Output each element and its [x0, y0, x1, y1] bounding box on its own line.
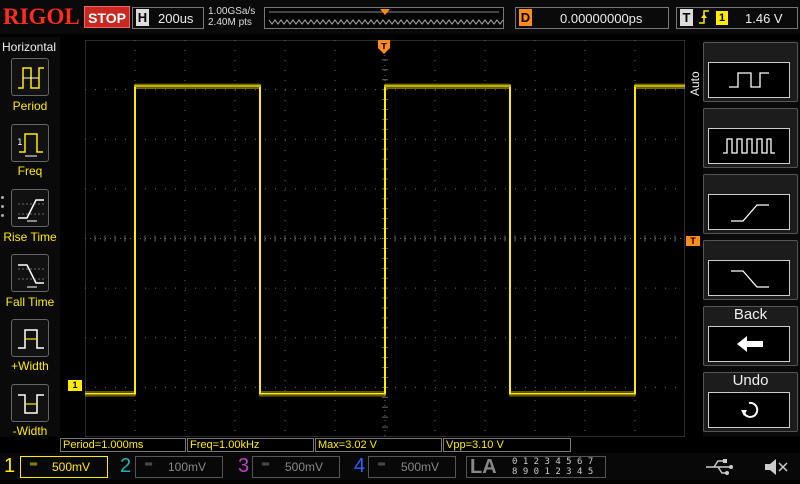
- rising-edge-icon: [697, 8, 711, 30]
- memory-position-bar[interactable]: [264, 7, 504, 29]
- fall-time-button[interactable]: [11, 254, 49, 292]
- falling-edge-zoom-icon: [731, 270, 769, 288]
- rising-edge-zoom-button[interactable]: [708, 194, 790, 230]
- brand-logo: RIGOL: [3, 4, 80, 29]
- single-period-icon: [729, 72, 769, 88]
- falling-edge-zoom-button[interactable]: [708, 260, 790, 296]
- positive-width-button[interactable]: [11, 319, 49, 357]
- channel4-coupling-icon: ═: [378, 459, 386, 470]
- channel1-number: 1: [4, 455, 16, 477]
- la-channels-row1: 0 1 2 3 4 5 6 7: [512, 457, 594, 467]
- delay-label: D: [519, 9, 532, 26]
- waveform-display[interactable]: [85, 40, 685, 437]
- period-label: Period: [12, 99, 48, 113]
- trigger-position-marker: T: [378, 40, 390, 55]
- frequency-label: Freq: [17, 164, 43, 178]
- svg-text:T: T: [381, 42, 387, 51]
- undo-icon: [741, 401, 759, 418]
- channel1-scale: 500mV: [52, 460, 91, 474]
- multi-period-icon: [723, 138, 775, 154]
- multi-period-button[interactable]: [708, 128, 790, 164]
- memory-depth: 2.40M pts: [208, 17, 252, 28]
- negative-width-label: -Width: [12, 424, 48, 438]
- menu-title: Horizontal: [2, 40, 57, 54]
- horizontal-label: H: [136, 9, 149, 26]
- measurement-max: Max=3.02 V: [315, 438, 442, 452]
- trigger-level-marker[interactable]: T: [686, 236, 700, 246]
- memory-waveform-icon: [268, 9, 504, 25]
- fall-time-icon: [18, 264, 44, 288]
- undo-label: Undo: [732, 372, 769, 389]
- channel4-number: 4: [354, 455, 366, 477]
- rise-time-icon: [18, 199, 44, 222]
- rise-time-label: Rise Time: [3, 230, 57, 244]
- positive-width-icon: [18, 329, 44, 349]
- sample-rate: 1.00GSa/s: [208, 6, 256, 17]
- back-button[interactable]: [708, 326, 790, 362]
- back-label: Back: [733, 306, 768, 323]
- speaker-muted-icon[interactable]: [762, 455, 792, 479]
- channel3-scale: 500mV: [285, 460, 324, 474]
- channel2-coupling-icon: ═: [145, 459, 153, 470]
- delay-value: 0.00000000ps: [560, 11, 643, 26]
- usb-icon: [700, 455, 740, 479]
- negative-width-icon: [18, 394, 44, 414]
- channel2-number: 2: [120, 455, 132, 477]
- negative-width-button[interactable]: [11, 384, 49, 422]
- positive-width-label: +Width: [11, 359, 49, 373]
- trigger-label: T: [680, 9, 693, 26]
- trigger-source: 1: [716, 11, 728, 25]
- frequency-button[interactable]: 1: [11, 124, 49, 162]
- auto-menu-label: Auto: [688, 71, 702, 96]
- channel3-number: 3: [238, 455, 250, 477]
- channel2-scale: 100mV: [168, 460, 207, 474]
- measurement-frequency: Freq=1.00kHz: [187, 438, 314, 452]
- rise-time-button[interactable]: [11, 189, 49, 227]
- svg-text:1: 1: [17, 138, 23, 148]
- back-arrow-icon: [737, 336, 763, 352]
- page-indicator: [1, 196, 5, 223]
- channel4-scale: 500mV: [401, 460, 440, 474]
- measurement-period: Period=1.000ms: [60, 438, 186, 452]
- channel1-offset-marker[interactable]: 1: [68, 380, 82, 391]
- horizontal-timebase: 200us: [158, 11, 194, 26]
- channel3-coupling-icon: ═: [262, 459, 270, 470]
- period-icon: [18, 67, 44, 89]
- la-channels-row2: 8 9 0 1 2 3 4 5: [512, 467, 594, 477]
- undo-button[interactable]: [708, 392, 790, 428]
- single-period-button[interactable]: [708, 62, 790, 98]
- logic-analyzer-label: LA: [470, 456, 497, 478]
- trigger-level: 1.46 V: [745, 11, 783, 26]
- fall-time-label: Fall Time: [5, 295, 55, 309]
- run-stop-status[interactable]: STOP: [84, 6, 130, 28]
- period-button[interactable]: [11, 58, 49, 96]
- measurement-vpp: Vpp=3.10 V: [443, 438, 571, 452]
- frequency-icon: 1: [17, 133, 43, 157]
- channel1-coupling-icon: ═: [30, 459, 38, 470]
- rising-edge-zoom-icon: [731, 204, 769, 222]
